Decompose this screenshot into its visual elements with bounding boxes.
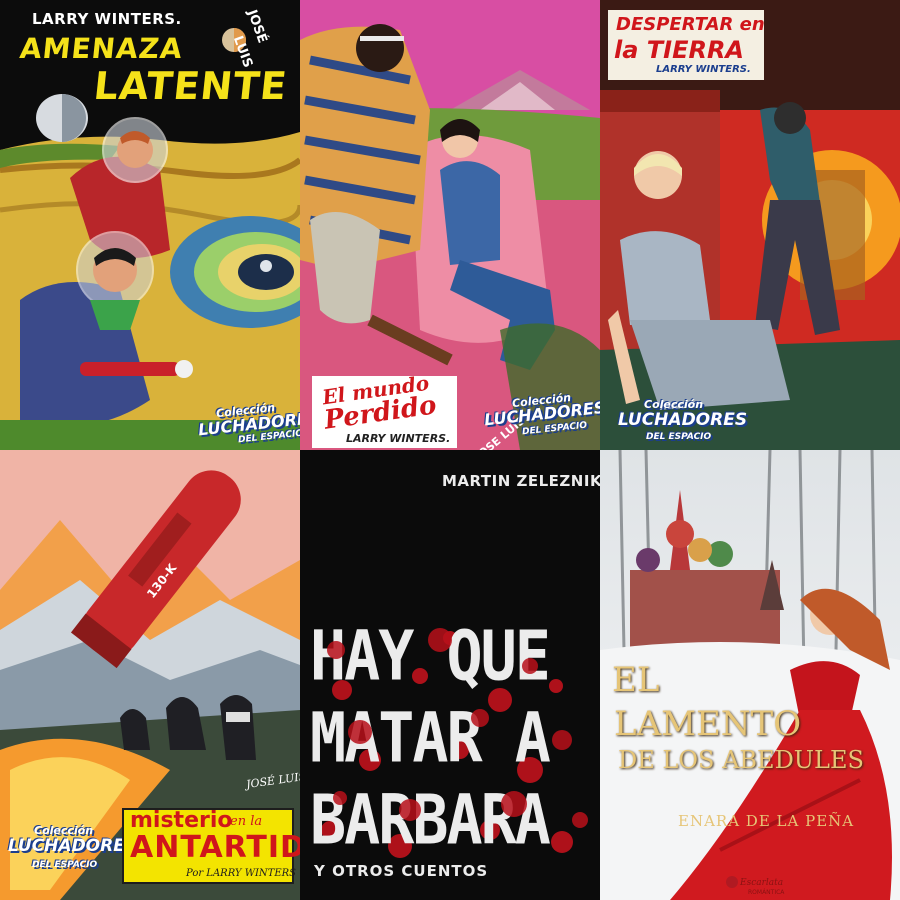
cover-misterio-en-la-antartida[interactable]: 130-K JOSÉ LUIS Colección LUCHADORES DEL… — [0, 450, 300, 900]
series-label-line-3: DEL ESPACIO — [646, 432, 712, 442]
publisher-logo-text: Escarlata — [740, 878, 784, 888]
cover-author: Por LARRY WINTERS — [186, 868, 297, 879]
cover-title-line-1: AMENAZA — [18, 32, 185, 65]
cover-el-mundo-perdido[interactable]: El mundo Perdido LARRY WINTERS. JOSE LUI… — [300, 0, 600, 450]
cover-author: ENARA DE LA PEÑA — [678, 812, 855, 830]
cover-author: LARRY WINTERS. — [32, 10, 182, 28]
cover-title-line-2: LATENTE — [91, 64, 290, 108]
cover-subtitle: Y OTROS CUENTOS — [314, 862, 489, 880]
series-label-line-3: DEL ESPACIO — [32, 860, 98, 870]
cover-el-lamento-de-los-abedules[interactable]: EL LAMENTO DE LOS ABEDULES ENARA DE LA P… — [600, 450, 900, 900]
cover-amenaza-latente[interactable]: LARRY WINTERS. AMENAZA LATENTE JOSÉ LUIS… — [0, 0, 300, 450]
cover-despertar-en-la-tierra[interactable]: DESPERTAR en la TIERRA LARRY WINTERS. Co… — [600, 0, 900, 450]
cover-title-line-1: DESPERTAR en — [616, 14, 765, 35]
cover-author: LARRY WINTERS. — [346, 432, 451, 445]
cover-title-line-2: LAMENTO — [614, 704, 802, 744]
cover-title-connector: en la — [230, 814, 263, 829]
series-label-line-2: LUCHADORES — [618, 410, 748, 430]
cover-title-line-3: BARBARA — [310, 780, 551, 861]
cover-author: MARTIN ZELEZNIK — [442, 472, 600, 490]
cover-grid: LARRY WINTERS. AMENAZA LATENTE JOSÉ LUIS… — [0, 0, 900, 900]
cover-title-line-1: HAY QUE — [310, 616, 551, 697]
cover-title-line-2: MATAR A — [310, 698, 551, 779]
series-label-line-2: LUCHADORES — [8, 836, 138, 856]
cover-title-line-1: EL — [612, 660, 660, 700]
cover-title-line-2: la TIERRA — [614, 36, 745, 64]
publisher-subtitle: ROMÁNTICA — [748, 889, 785, 896]
cover-title-line-3: DE LOS ABEDULES — [618, 746, 864, 774]
cover-hay-que-matar-a-barbara[interactable]: MARTIN ZELEZNIK HAY QUE MATAR A BARBARA … — [300, 450, 600, 900]
cover-title-line-2: ANTARTIDA — [130, 830, 300, 865]
cover-author: LARRY WINTERS. — [656, 64, 751, 75]
